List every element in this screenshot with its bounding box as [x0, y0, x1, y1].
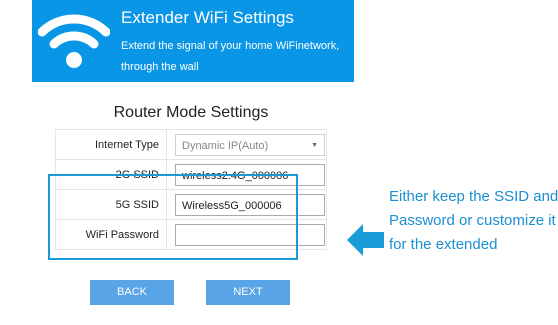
back-button[interactable]: BACK — [90, 280, 174, 305]
ssid-5g-input[interactable]: Wireless5G_000006 — [175, 193, 325, 216]
table-row: 2G SSID wireless2.4G_000006 — [55, 159, 327, 190]
router-mode-panel: Router Mode Settings Internet Type Dynam… — [55, 103, 327, 250]
internet-type-value: Dynamic IP(Auto) — [182, 139, 269, 152]
arrow-left-icon — [347, 224, 384, 256]
wifi-password-label: WiFi Password — [55, 219, 167, 250]
table-row: 5G SSID Wireless5G_000006 — [55, 189, 327, 220]
internet-type-select[interactable]: Dynamic IP(Auto) ▼ — [175, 133, 325, 156]
next-button[interactable]: NEXT — [206, 280, 290, 305]
wifi-icon — [38, 14, 110, 68]
internet-type-label: Internet Type — [55, 129, 167, 160]
ssid-5g-label: 5G SSID — [55, 189, 167, 220]
chevron-down-icon: ▼ — [311, 141, 318, 149]
ssid-2g-input[interactable]: wireless2.4G_000006 — [175, 163, 325, 186]
wifi-password-input[interactable] — [175, 223, 325, 246]
ssid-2g-label: 2G SSID — [55, 159, 167, 190]
form-title: Router Mode Settings — [113, 104, 269, 121]
page-title: Extender WiFi Settings — [121, 8, 294, 27]
table-row: Internet Type Dynamic IP(Auto) ▼ — [55, 129, 327, 160]
annotation-note: Either keep the SSID and Password or cus… — [389, 188, 558, 253]
header-banner: Extender WiFi Settings Extend the signal… — [32, 0, 354, 82]
table-row: WiFi Password — [55, 219, 327, 250]
page-subtitle: Extend the signal of your home WiFinetwo… — [121, 40, 340, 73]
settings-table: Internet Type Dynamic IP(Auto) ▼ 2G SSID… — [55, 129, 327, 250]
